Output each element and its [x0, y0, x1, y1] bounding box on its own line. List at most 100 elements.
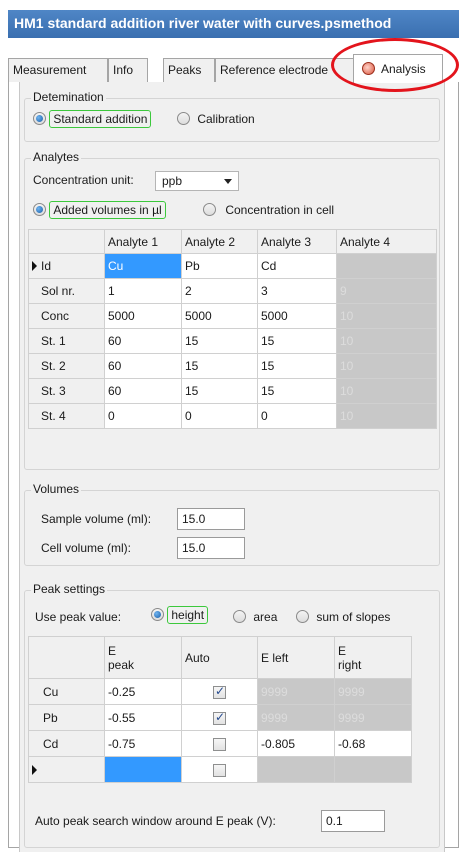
table-cell: 10 — [336, 378, 437, 404]
sum-of-slopes-radio[interactable] — [296, 610, 309, 623]
table-cell[interactable]: 60 — [104, 378, 182, 404]
table-cell[interactable]: 15 — [257, 353, 337, 379]
table-cell[interactable]: 5000 — [181, 303, 258, 329]
table-cell: 10 — [336, 353, 437, 379]
table-cell[interactable]: Cu — [104, 253, 182, 279]
row-header[interactable]: Conc — [28, 303, 105, 329]
table-cell[interactable]: 15 — [181, 378, 258, 404]
table-cell[interactable]: 0 — [257, 403, 337, 429]
column-header[interactable]: Analyte 2 — [181, 229, 258, 254]
sample-volume-input[interactable]: 15.0 — [177, 508, 245, 530]
table-cell[interactable]: -0.55 — [104, 704, 182, 731]
table-row: St. 4 0 0 0 10 — [28, 403, 437, 429]
table-cell: 10 — [336, 403, 437, 429]
tab-peaks[interactable]: Peaks — [163, 58, 215, 82]
concentration-in-cell-option[interactable]: Concentration in cell — [203, 203, 334, 217]
calibration-radio[interactable] — [177, 112, 190, 125]
height-label: height — [167, 606, 209, 624]
table-cell[interactable] — [104, 756, 182, 783]
table-cell[interactable]: 15 — [257, 328, 337, 354]
column-header[interactable]: E peak — [104, 636, 182, 679]
table-cell[interactable]: 60 — [104, 328, 182, 354]
table-cell[interactable]: 1 — [104, 278, 182, 304]
column-header[interactable]: Analyte 4 — [336, 229, 437, 254]
table-cell[interactable]: 2 — [181, 278, 258, 304]
table-row: Cd -0.75 -0.805 -0.68 — [28, 730, 412, 757]
row-header[interactable]: Cd — [28, 730, 105, 757]
corner-cell — [28, 229, 105, 254]
analytes-legend: Analytes — [31, 150, 82, 164]
table-row: Pb -0.55 9999 9999 — [28, 704, 412, 731]
column-header[interactable]: Analyte 1 — [104, 229, 182, 254]
row-header[interactable]: Pb — [28, 704, 105, 731]
table-cell[interactable]: 5000 — [104, 303, 182, 329]
row-header[interactable]: St. 3 — [28, 378, 105, 404]
added-volumes-radio[interactable] — [33, 203, 46, 216]
table-cell[interactable]: 15 — [257, 378, 337, 404]
table-cell[interactable]: 60 — [104, 353, 182, 379]
row-header[interactable]: St. 1 — [28, 328, 105, 354]
table-cell[interactable]: Pb — [181, 253, 258, 279]
tab-measurement[interactable]: Measurement — [8, 58, 108, 82]
added-volumes-label: Added volumes in µl — [49, 201, 166, 219]
table-cell[interactable]: 15 — [181, 328, 258, 354]
concentration-in-cell-radio[interactable] — [203, 203, 216, 216]
tab-info[interactable]: Info — [108, 58, 148, 82]
table-cell[interactable]: 15 — [181, 353, 258, 379]
calibration-option[interactable]: Calibration — [177, 112, 255, 126]
sum-of-slopes-option[interactable]: sum of slopes — [296, 610, 390, 624]
row-header[interactable]: St. 4 — [28, 403, 105, 429]
tab-analysis[interactable]: Analysis — [353, 54, 443, 83]
analysis-icon — [362, 62, 375, 75]
row-header[interactable]: St. 2 — [28, 353, 105, 379]
peak-settings-table: E peak Auto E left E right Cu -0.25 9999… — [28, 636, 412, 783]
concentration-unit-dropdown[interactable]: ppb — [155, 171, 239, 191]
table-cell[interactable] — [181, 730, 258, 757]
current-row-icon — [32, 261, 37, 271]
chevron-down-icon — [224, 179, 232, 184]
column-header[interactable]: E left — [257, 636, 335, 679]
table-cell[interactable]: -0.805 — [257, 730, 335, 757]
auto-checkbox[interactable] — [213, 763, 226, 777]
area-radio[interactable] — [233, 610, 246, 623]
table-cell[interactable]: Cd — [257, 253, 337, 279]
table-cell[interactable]: -0.68 — [334, 730, 412, 757]
cell-volume-label: Cell volume (ml): — [41, 541, 132, 555]
auto-peak-window-input[interactable]: 0.1 — [321, 810, 385, 832]
height-option[interactable]: height — [151, 606, 209, 624]
auto-checkbox[interactable] — [213, 684, 226, 699]
area-option[interactable]: area — [233, 610, 277, 624]
table-cell[interactable]: 3 — [257, 278, 337, 304]
table-cell[interactable] — [181, 678, 258, 705]
table-cell[interactable]: -0.75 — [104, 730, 182, 757]
current-row-icon — [32, 764, 37, 775]
row-header[interactable]: Cu — [28, 678, 105, 705]
volumes-legend: Volumes — [31, 482, 82, 496]
row-header[interactable]: Sol nr. — [28, 278, 105, 304]
corner-cell — [28, 636, 105, 679]
standard-addition-radio[interactable] — [33, 112, 46, 125]
table-cell[interactable]: 0 — [181, 403, 258, 429]
standard-addition-option[interactable]: Standard addition — [33, 110, 152, 128]
table-cell[interactable]: -0.25 — [104, 678, 182, 705]
column-header[interactable]: Analyte 3 — [257, 229, 337, 254]
table-row: Cu -0.25 9999 9999 — [28, 678, 412, 705]
auto-checkbox[interactable] — [213, 737, 226, 751]
row-header[interactable]: Id — [28, 253, 105, 279]
row-header[interactable] — [28, 756, 105, 783]
height-radio[interactable] — [151, 608, 164, 621]
table-cell[interactable] — [181, 756, 258, 783]
table-row: Conc 5000 5000 5000 10 — [28, 303, 437, 329]
table-row-new — [28, 756, 412, 783]
table-cell[interactable] — [181, 704, 258, 731]
column-header[interactable]: E right — [334, 636, 412, 679]
auto-checkbox[interactable] — [213, 710, 226, 725]
table-cell[interactable]: 5000 — [257, 303, 337, 329]
column-header[interactable]: Auto — [181, 636, 258, 679]
cell-volume-input[interactable]: 15.0 — [177, 537, 245, 559]
analytes-group: Analytes Concentration unit: ppb Added v… — [24, 150, 440, 470]
tab-reference-electrode[interactable]: Reference electrode — [215, 58, 359, 82]
table-cell[interactable]: 0 — [104, 403, 182, 429]
concentration-unit-value: ppb — [162, 174, 183, 188]
added-volumes-option[interactable]: Added volumes in µl — [33, 201, 166, 219]
